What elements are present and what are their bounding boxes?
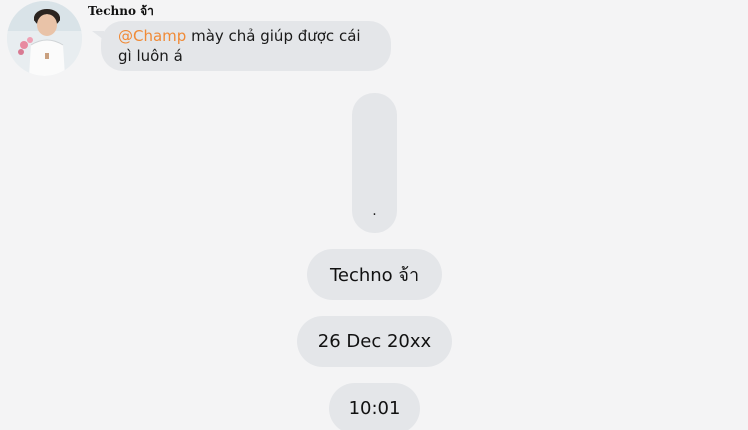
message-text-line1: mày chả giúp được cái <box>186 27 361 45</box>
date-pill: 26 Dec 20xx <box>297 316 452 367</box>
mention-link[interactable]: @Champ <box>118 27 186 45</box>
name-pill: Techno จ้า <box>307 249 442 300</box>
sender-name: Techno จ้า <box>88 4 154 18</box>
dot-message-text: . <box>372 203 377 219</box>
time-pill: 10:01 <box>329 383 420 430</box>
chat-area: Techno จ้า @Champ mày chả giúp được cái … <box>0 0 748 430</box>
message-text-line2: gì luôn á <box>118 47 183 65</box>
message-bubble[interactable]: @Champ mày chả giúp được cái gì luôn á <box>101 21 391 71</box>
date-pill-label: 26 Dec 20xx <box>317 331 432 352</box>
avatar-photo <box>7 1 82 76</box>
avatar[interactable] <box>7 1 82 76</box>
name-pill-label: Techno จ้า <box>329 265 420 286</box>
dot-message-bubble[interactable]: . <box>352 93 397 233</box>
time-pill-label: 10:01 <box>348 398 401 419</box>
